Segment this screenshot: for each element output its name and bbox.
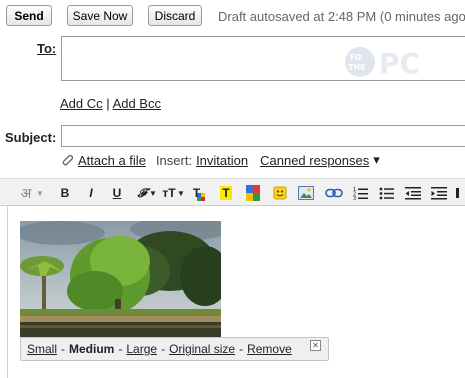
save-now-button[interactable]: Save Now bbox=[67, 5, 133, 26]
size-separator: - bbox=[239, 342, 244, 356]
autosave-status: Draft autosaved at 2:48 PM (0 minutes ag… bbox=[218, 9, 465, 24]
size-small-link[interactable]: Small bbox=[27, 342, 57, 356]
text-color-glyph: T bbox=[192, 186, 201, 200]
decrease-indent-icon[interactable] bbox=[405, 184, 421, 202]
numbered-list-icon[interactable]: 123 bbox=[353, 184, 369, 202]
formatting-toolbar: अ ▼ B I U 𝓕 ▼ тT ▼ T T 123 bbox=[0, 178, 465, 206]
image-size-bar: Small - Medium - Large - Original size -… bbox=[20, 337, 329, 361]
italic-button[interactable]: I bbox=[83, 184, 99, 202]
bulleted-list-icon[interactable] bbox=[379, 184, 395, 202]
cc-bcc-separator: | bbox=[106, 96, 110, 111]
send-button[interactable]: Send bbox=[6, 5, 52, 26]
insert-label: Insert: bbox=[155, 152, 193, 168]
quote-icon[interactable] bbox=[456, 184, 464, 202]
watermark-logo: TO THE PC bbox=[345, 47, 420, 79]
add-bcc-link[interactable]: Add Bcc bbox=[113, 96, 161, 111]
emoticon-icon[interactable] bbox=[272, 184, 288, 202]
size-separator: - bbox=[61, 342, 66, 356]
subject-label: Subject: bbox=[5, 130, 57, 145]
input-tools-button[interactable]: अ bbox=[18, 184, 34, 202]
size-original-link[interactable]: Original size bbox=[169, 342, 235, 356]
add-cc-link[interactable]: Add Cc bbox=[60, 96, 103, 111]
size-arrow-icon[interactable]: ▼ bbox=[177, 184, 185, 202]
underline-button[interactable]: U bbox=[109, 184, 125, 202]
paperclip-icon bbox=[62, 154, 74, 166]
svg-text:TO: TO bbox=[349, 53, 361, 62]
highlight-glyph: T bbox=[220, 186, 232, 200]
to-label[interactable]: To: bbox=[37, 41, 56, 56]
highlight-button[interactable]: T bbox=[215, 184, 237, 202]
size-large-link[interactable]: Large bbox=[126, 342, 157, 356]
svg-text:3: 3 bbox=[353, 196, 356, 200]
to-field[interactable]: TO THE PC bbox=[61, 36, 465, 81]
remove-image-link[interactable]: Remove bbox=[247, 342, 292, 356]
attach-file-link[interactable]: Attach a file bbox=[78, 153, 146, 168]
message-body-editor[interactable]: Small - Medium - Large - Original size -… bbox=[7, 206, 465, 378]
font-arrow-icon[interactable]: ▼ bbox=[149, 184, 157, 202]
insert-image-icon[interactable] bbox=[298, 184, 314, 202]
font-size-button[interactable]: тT bbox=[160, 184, 178, 202]
insert-invitation-link[interactable]: Invitation bbox=[196, 153, 248, 168]
svg-text:PC: PC bbox=[379, 47, 420, 79]
canned-responses-link[interactable]: Canned responses bbox=[260, 153, 369, 168]
increase-indent-icon[interactable] bbox=[431, 184, 447, 202]
input-tools-arrow-icon[interactable]: ▼ bbox=[36, 184, 44, 202]
subject-field[interactable] bbox=[61, 125, 465, 147]
size-separator: - bbox=[118, 342, 123, 356]
bold-button[interactable]: B bbox=[57, 184, 73, 202]
close-icon[interactable]: ✕ bbox=[310, 340, 321, 351]
svg-text:THE: THE bbox=[348, 63, 366, 72]
attach-row: Attach a file Insert: Invitation Canned … bbox=[60, 152, 380, 168]
size-medium-current: Medium bbox=[69, 342, 115, 356]
google-icon[interactable] bbox=[245, 184, 261, 202]
discard-button[interactable]: Discard bbox=[148, 5, 202, 26]
cc-bcc-links: Add Cc | Add Bcc bbox=[60, 96, 161, 111]
text-color-button[interactable]: T bbox=[189, 184, 209, 202]
chevron-down-icon[interactable]: ▾ bbox=[373, 152, 380, 168]
font-button[interactable]: 𝓕 bbox=[134, 184, 150, 202]
inserted-photo[interactable] bbox=[20, 221, 221, 337]
size-separator: - bbox=[161, 342, 166, 356]
link-icon[interactable] bbox=[325, 184, 343, 202]
